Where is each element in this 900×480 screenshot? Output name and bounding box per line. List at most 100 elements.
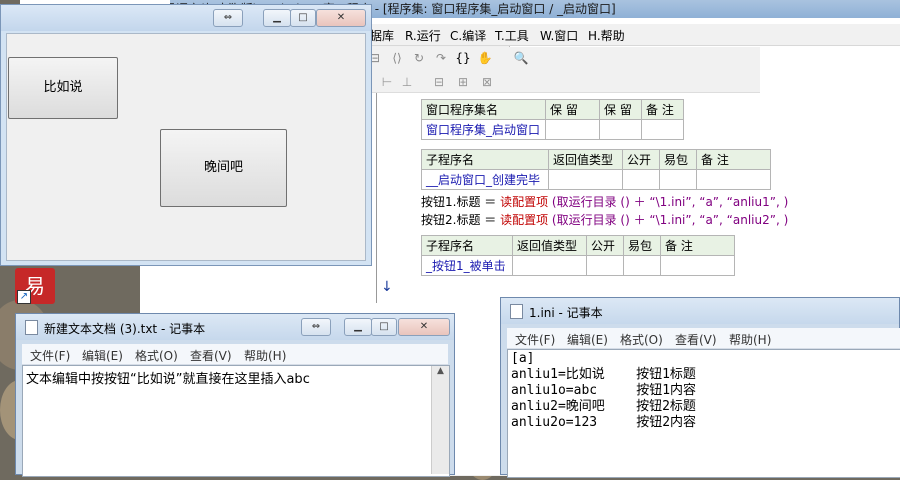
hand-icon[interactable]: ✋ bbox=[476, 50, 494, 67]
minimize-button[interactable]: ▁ bbox=[344, 318, 372, 336]
restore-icon[interactable]: ⇔ bbox=[301, 318, 331, 336]
close-button[interactable]: ✕ bbox=[316, 9, 366, 27]
maximize-button[interactable]: □ bbox=[371, 318, 397, 336]
notepad1-titlebar: 新建文本文档 (3).txt - 记事本 ⇔ ▁ □ ✕ bbox=[16, 314, 454, 340]
table-cell[interactable] bbox=[660, 255, 735, 276]
arrow-down-icon: ↓ bbox=[381, 279, 393, 295]
code-lhs: 按钮1.标题 ＝ bbox=[421, 195, 501, 209]
vertical-scrollbar[interactable]: ▲ bbox=[431, 366, 449, 474]
table-cell[interactable] bbox=[599, 119, 642, 140]
ini-line: anliu2=晚间吧 按钮2标题 bbox=[511, 399, 696, 414]
button-2[interactable]: 晚间吧 bbox=[160, 129, 287, 207]
table-header: 子程序名 bbox=[421, 235, 513, 256]
menu-help[interactable]: 帮助(H) bbox=[729, 331, 771, 348]
subroutine-table-1: 子程序名 返回值类型 公开 易包 备 注 __启动窗口_创建完毕 bbox=[421, 149, 771, 190]
menu-edit[interactable]: 编辑(E) bbox=[567, 331, 608, 348]
notepad-window-1: 新建文本文档 (3).txt - 记事本 ⇔ ▁ □ ✕ 文件(F) 编辑(E)… bbox=[15, 313, 455, 477]
table-header: 窗口程序集名 bbox=[421, 99, 546, 120]
code-line[interactable]: 按钮1.标题 ＝ 读配置项 (取运行目录 () ＋ “\1.ini”, “a”,… bbox=[421, 193, 788, 210]
ini-line: anliu1=比如说 按钮1标题 bbox=[511, 367, 696, 382]
table-header: 子程序名 bbox=[421, 149, 549, 170]
code-line[interactable]: 按钮2.标题 ＝ 读配置项 (取运行目录 () ＋ “\1.ini”, “a”,… bbox=[421, 211, 788, 228]
minimize-button[interactable]: ▁ bbox=[263, 9, 291, 27]
height-icon[interactable]: ⊞ bbox=[454, 74, 472, 91]
align-icon[interactable]: ⊢ bbox=[378, 74, 396, 91]
search-icon[interactable]: 🔍 bbox=[512, 50, 530, 67]
menu-format[interactable]: 格式(O) bbox=[620, 331, 663, 348]
code-function: 读配置项 bbox=[500, 213, 549, 227]
notepad2-title: 1.ini - 记事本 bbox=[529, 306, 603, 320]
menu-tools[interactable]: T.工具 bbox=[495, 27, 529, 44]
notepad1-menubar: 文件(F) 编辑(E) 格式(O) 查看(V) 帮助(H) bbox=[22, 344, 448, 365]
table-header: 公开 bbox=[622, 149, 660, 170]
align2-icon[interactable]: ⊥ bbox=[398, 74, 416, 91]
table-header: 保 留 bbox=[599, 99, 642, 120]
menu-edit[interactable]: 编辑(E) bbox=[82, 347, 123, 364]
ini-line: [a] bbox=[511, 351, 535, 366]
assembly-table: 窗口程序集名 保 留 保 留 备 注 窗口程序集_启动窗口 bbox=[421, 99, 684, 140]
menu-window[interactable]: W.窗口 bbox=[540, 27, 578, 44]
braces-icon[interactable]: {} bbox=[454, 50, 472, 67]
notepad1-text-area[interactable]: 文本编辑中按按钮“比如说”就直接在这里插入abc ▲ bbox=[22, 365, 450, 477]
table-cell[interactable] bbox=[659, 169, 697, 190]
menu-help[interactable]: H.帮助 bbox=[588, 27, 625, 44]
restore-icon[interactable]: ⇔ bbox=[213, 9, 243, 27]
ini-line: anliu1o=abc 按钮1内容 bbox=[511, 383, 697, 398]
assembly-name-cell[interactable]: 窗口程序集_启动窗口 bbox=[421, 119, 546, 140]
table-cell[interactable] bbox=[545, 119, 600, 140]
table-cell[interactable] bbox=[512, 255, 587, 276]
table-cell[interactable] bbox=[622, 169, 660, 190]
form-client-area: 比如说 晚间吧 bbox=[6, 33, 366, 261]
menu-run[interactable]: R.运行 bbox=[405, 27, 441, 44]
form-window: ⇔ ▁ □ ✕ 比如说 晚间吧 bbox=[0, 4, 372, 266]
ini-line: anliu2o=123 按钮2内容 bbox=[511, 415, 697, 430]
button-1[interactable]: 比如说 bbox=[8, 57, 118, 119]
code-args: (取运行目录 () ＋ “\1.ini”, “a”, “anliu1”, ) bbox=[548, 195, 789, 209]
width-icon[interactable]: ⊟ bbox=[430, 74, 448, 91]
table-cell[interactable] bbox=[641, 119, 684, 140]
menu-file[interactable]: 文件(F) bbox=[515, 331, 555, 348]
table-header: 返回值类型 bbox=[548, 149, 623, 170]
menu-file[interactable]: 文件(F) bbox=[30, 347, 70, 364]
notepad1-content: 文本编辑中按按钮“比如说”就直接在这里插入abc bbox=[26, 372, 310, 387]
editor-gutter bbox=[376, 93, 377, 303]
menu-view[interactable]: 查看(V) bbox=[675, 331, 717, 348]
table-header: 易包 bbox=[623, 235, 661, 256]
size-icon[interactable]: ⊠ bbox=[478, 74, 496, 91]
notepad2-menubar: 文件(F) 编辑(E) 格式(O) 查看(V) 帮助(H) bbox=[507, 328, 900, 349]
table-header: 保 留 bbox=[545, 99, 600, 120]
notepad2-text-area[interactable]: [a] anliu1=比如说 按钮1标题 anliu1o=abc 按钮1内容 a… bbox=[507, 349, 900, 478]
subroutine-name-cell[interactable]: __启动窗口_创建完毕 bbox=[421, 169, 549, 190]
form-titlebar: ⇔ ▁ □ ✕ bbox=[1, 5, 371, 31]
step-into-icon[interactable]: ⟨⟩ bbox=[388, 50, 406, 67]
notepad2-content: [a] anliu1=比如说 按钮1标题 anliu1o=abc 按钮1内容 a… bbox=[511, 351, 696, 431]
notepad2-titlebar: 1.ini - 记事本 bbox=[501, 298, 899, 324]
subroutine-table-2: 子程序名 返回值类型 公开 易包 备 注 _按钮1_被单击 bbox=[421, 235, 735, 276]
menu-database[interactable]: 据库 bbox=[370, 27, 394, 44]
table-header: 备 注 bbox=[696, 149, 771, 170]
menu-view[interactable]: 查看(V) bbox=[190, 347, 232, 364]
file-icon bbox=[510, 304, 523, 319]
menu-help[interactable]: 帮助(H) bbox=[244, 347, 286, 364]
step-over-icon[interactable]: ↷ bbox=[432, 50, 450, 67]
menu-compile[interactable]: C.编译 bbox=[450, 27, 486, 44]
code-lhs: 按钮2.标题 ＝ bbox=[421, 213, 501, 227]
menu-format[interactable]: 格式(O) bbox=[135, 347, 178, 364]
maximize-button[interactable]: □ bbox=[290, 9, 316, 27]
table-header: 备 注 bbox=[660, 235, 735, 256]
table-header: 备 注 bbox=[641, 99, 684, 120]
code-function: 读配置项 bbox=[500, 195, 549, 209]
table-cell[interactable] bbox=[548, 169, 623, 190]
table-cell[interactable] bbox=[696, 169, 771, 190]
scroll-up-icon[interactable]: ▲ bbox=[432, 366, 449, 376]
code-args: (取运行目录 () ＋ “\1.ini”, “a”, “anliu2”, ) bbox=[548, 213, 789, 227]
step-out-icon[interactable]: ↻ bbox=[410, 50, 428, 67]
table-cell[interactable] bbox=[623, 255, 661, 276]
shortcut-icon[interactable]: 易 ↗ bbox=[15, 268, 63, 308]
close-button[interactable]: ✕ bbox=[398, 318, 450, 336]
notepad1-title: 新建文本文档 (3).txt - 记事本 bbox=[44, 322, 206, 336]
table-header: 返回值类型 bbox=[512, 235, 587, 256]
table-cell[interactable] bbox=[586, 255, 624, 276]
subroutine-name-cell[interactable]: _按钮1_被单击 bbox=[421, 255, 513, 276]
notepad-window-2: 1.ini - 记事本 文件(F) 编辑(E) 格式(O) 查看(V) 帮助(H… bbox=[500, 297, 900, 478]
